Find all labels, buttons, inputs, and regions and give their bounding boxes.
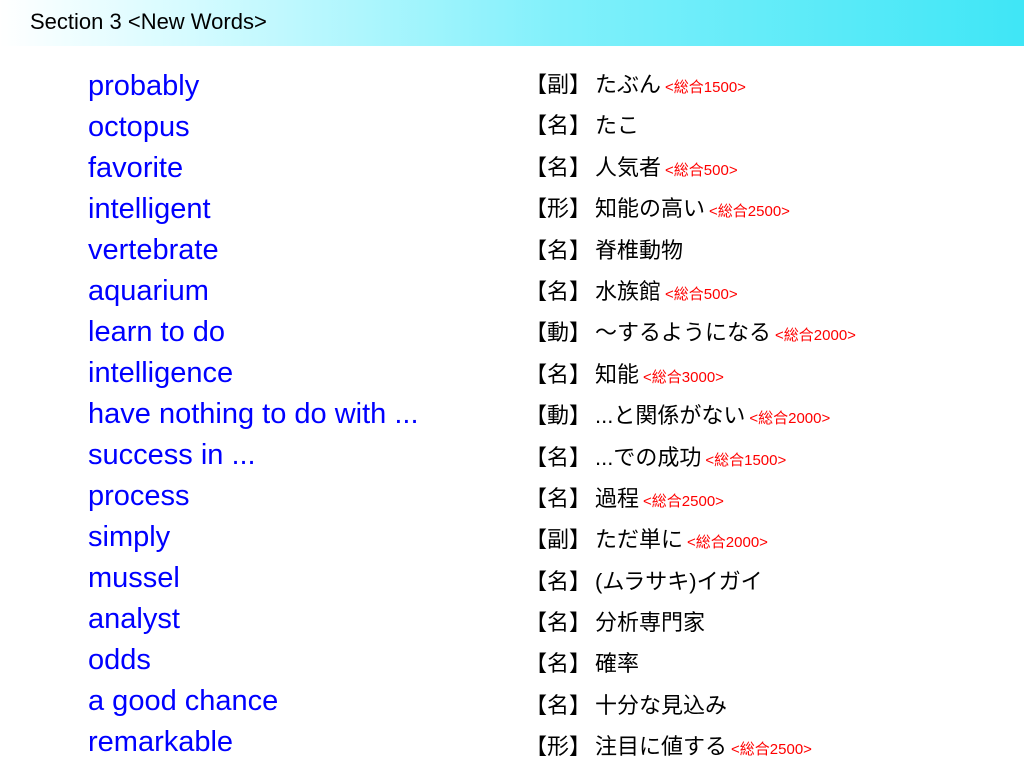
- vocab-word: vertebrate: [88, 234, 219, 266]
- vocab-word: a good chance: [88, 685, 279, 717]
- vocab-word: intelligent: [88, 193, 211, 225]
- vocab-meaning-row: 【形】 注目に値する <総合2500>: [525, 726, 1015, 767]
- vocab-word: learn to do: [88, 316, 226, 348]
- vocab-meaning-row: 【動】 ...と関係がない <総合2000>: [525, 395, 1015, 436]
- level-tag: <総合1500>: [705, 451, 787, 469]
- part-of-speech: 【名】: [525, 610, 592, 636]
- vocab-meaning-row: 【形】 知能の高い <総合2500>: [525, 188, 1015, 229]
- meaning-text: 人気者: [595, 154, 662, 180]
- meaning-text: 知能の高い: [595, 196, 706, 222]
- meaning-text: 脊椎動物: [595, 237, 684, 263]
- level-tag: <総合2000>: [749, 410, 831, 428]
- vocab-word: simply: [88, 521, 171, 553]
- level-tag: <総合3000>: [643, 368, 724, 386]
- vocab-meaning-row: 【名】 十分な見込み: [525, 685, 1015, 726]
- part-of-speech: 【形】: [525, 734, 592, 760]
- vocab-meaning-row: 【名】 知能 <総合3000>: [525, 354, 1015, 395]
- part-of-speech: 【形】: [525, 196, 592, 222]
- level-tag: <総合2500>: [731, 741, 812, 759]
- meaning-text: ただ単に: [595, 527, 684, 553]
- vocab-word: intelligence: [88, 357, 234, 389]
- vocab-word: analyst: [88, 603, 180, 635]
- meaning-text: ...での成功: [595, 444, 702, 470]
- meaning-text: (ムラサキ)イガイ: [595, 568, 763, 594]
- meaning-text: ...と関係がない: [595, 403, 746, 429]
- part-of-speech: 【名】: [525, 444, 592, 470]
- part-of-speech: 【副】: [525, 527, 592, 553]
- vocab-word: aquarium: [88, 275, 209, 307]
- meaning-text: たぶん: [595, 72, 662, 97]
- vocab-meaning-row: 【動】 ～するようになる <総合2000>: [525, 312, 1015, 353]
- section-header: Section 3 <New Words>: [0, 0, 1024, 46]
- part-of-speech: 【名】: [525, 361, 592, 387]
- meaning-text: 知能: [595, 361, 640, 387]
- level-tag: <総合2500>: [709, 203, 790, 221]
- vocab-meaning-row: 【副】 ただ単に <総合2000>: [525, 519, 1015, 560]
- meaning-text: 過程: [595, 485, 640, 511]
- part-of-speech: 【名】: [525, 651, 592, 677]
- vocab-meaning-row: 【名】 (ムラサキ)イガイ: [525, 561, 1015, 602]
- level-tag: <総合2000>: [775, 327, 856, 345]
- part-of-speech: 【名】: [525, 692, 592, 718]
- part-of-speech: 【名】: [525, 237, 592, 263]
- vocab-meaning-row: 【名】 水族館 <総合500>: [525, 271, 1015, 312]
- meaning-text: 水族館: [595, 278, 662, 304]
- vocab-word: success in ...: [88, 439, 256, 471]
- vocab-meaning-row: 【名】 過程 <総合2500>: [525, 478, 1015, 519]
- vocab-word: probably: [88, 70, 200, 102]
- level-tag: <総合2500>: [643, 492, 724, 510]
- vocab-meaning-row: 【名】 ...での成功 <総合1500>: [525, 437, 1015, 478]
- vocab-meaning-row: 【名】 分析専門家: [525, 602, 1015, 643]
- level-tag: <総合1500>: [665, 79, 746, 96]
- level-tag: <総合500>: [665, 285, 738, 303]
- part-of-speech: 【動】: [525, 403, 592, 429]
- meaning-text: 確率: [595, 651, 640, 677]
- vocab-meaning-row: 【名】 たこ: [525, 105, 1015, 146]
- part-of-speech: 【副】: [525, 72, 592, 97]
- meaning-text: 注目に値する: [595, 734, 728, 760]
- word-list: probably octopus favorite intelligent verteb…: [88, 66, 508, 763]
- part-of-speech: 【名】: [525, 278, 592, 304]
- vocab-word: favorite: [88, 152, 184, 184]
- meaning-text: ～するようになる: [595, 320, 772, 346]
- part-of-speech: 【名】: [525, 485, 592, 511]
- vocab-word: mussel: [88, 562, 180, 594]
- part-of-speech: 【名】: [525, 154, 592, 180]
- level-tag: <総合500>: [665, 161, 738, 179]
- vocab-meaning-row: 【副】 たぶん <総合1500>: [525, 64, 1015, 105]
- part-of-speech: 【名】: [525, 113, 592, 139]
- vocab-word: remarkable: [88, 726, 234, 758]
- vocab-word: process: [88, 480, 190, 512]
- vocab-meaning-row: 【名】 確率: [525, 643, 1015, 684]
- vocab-meaning-row: 【名】 脊椎動物: [525, 230, 1015, 271]
- vocab-word: odds: [88, 644, 151, 676]
- section-title: Section 3 <New Words>: [30, 9, 267, 34]
- meaning-text: たこ: [595, 113, 640, 139]
- meaning-list: 【副】 たぶん <総合1500> 【名】 たこ 【名】 人気者 <総合500> 【形】 知能の高い…: [525, 64, 1015, 768]
- vocab-meaning-row: 【名】 人気者 <総合500>: [525, 147, 1015, 188]
- vocab-word: octopus: [88, 111, 190, 143]
- meaning-text: 十分な見込み: [595, 692, 728, 718]
- meaning-text: 分析専門家: [595, 610, 706, 636]
- vocab-word: have nothing to do with ...: [88, 398, 419, 430]
- level-tag: <総合2000>: [687, 534, 768, 552]
- part-of-speech: 【名】: [525, 568, 592, 594]
- part-of-speech: 【動】: [525, 320, 592, 346]
